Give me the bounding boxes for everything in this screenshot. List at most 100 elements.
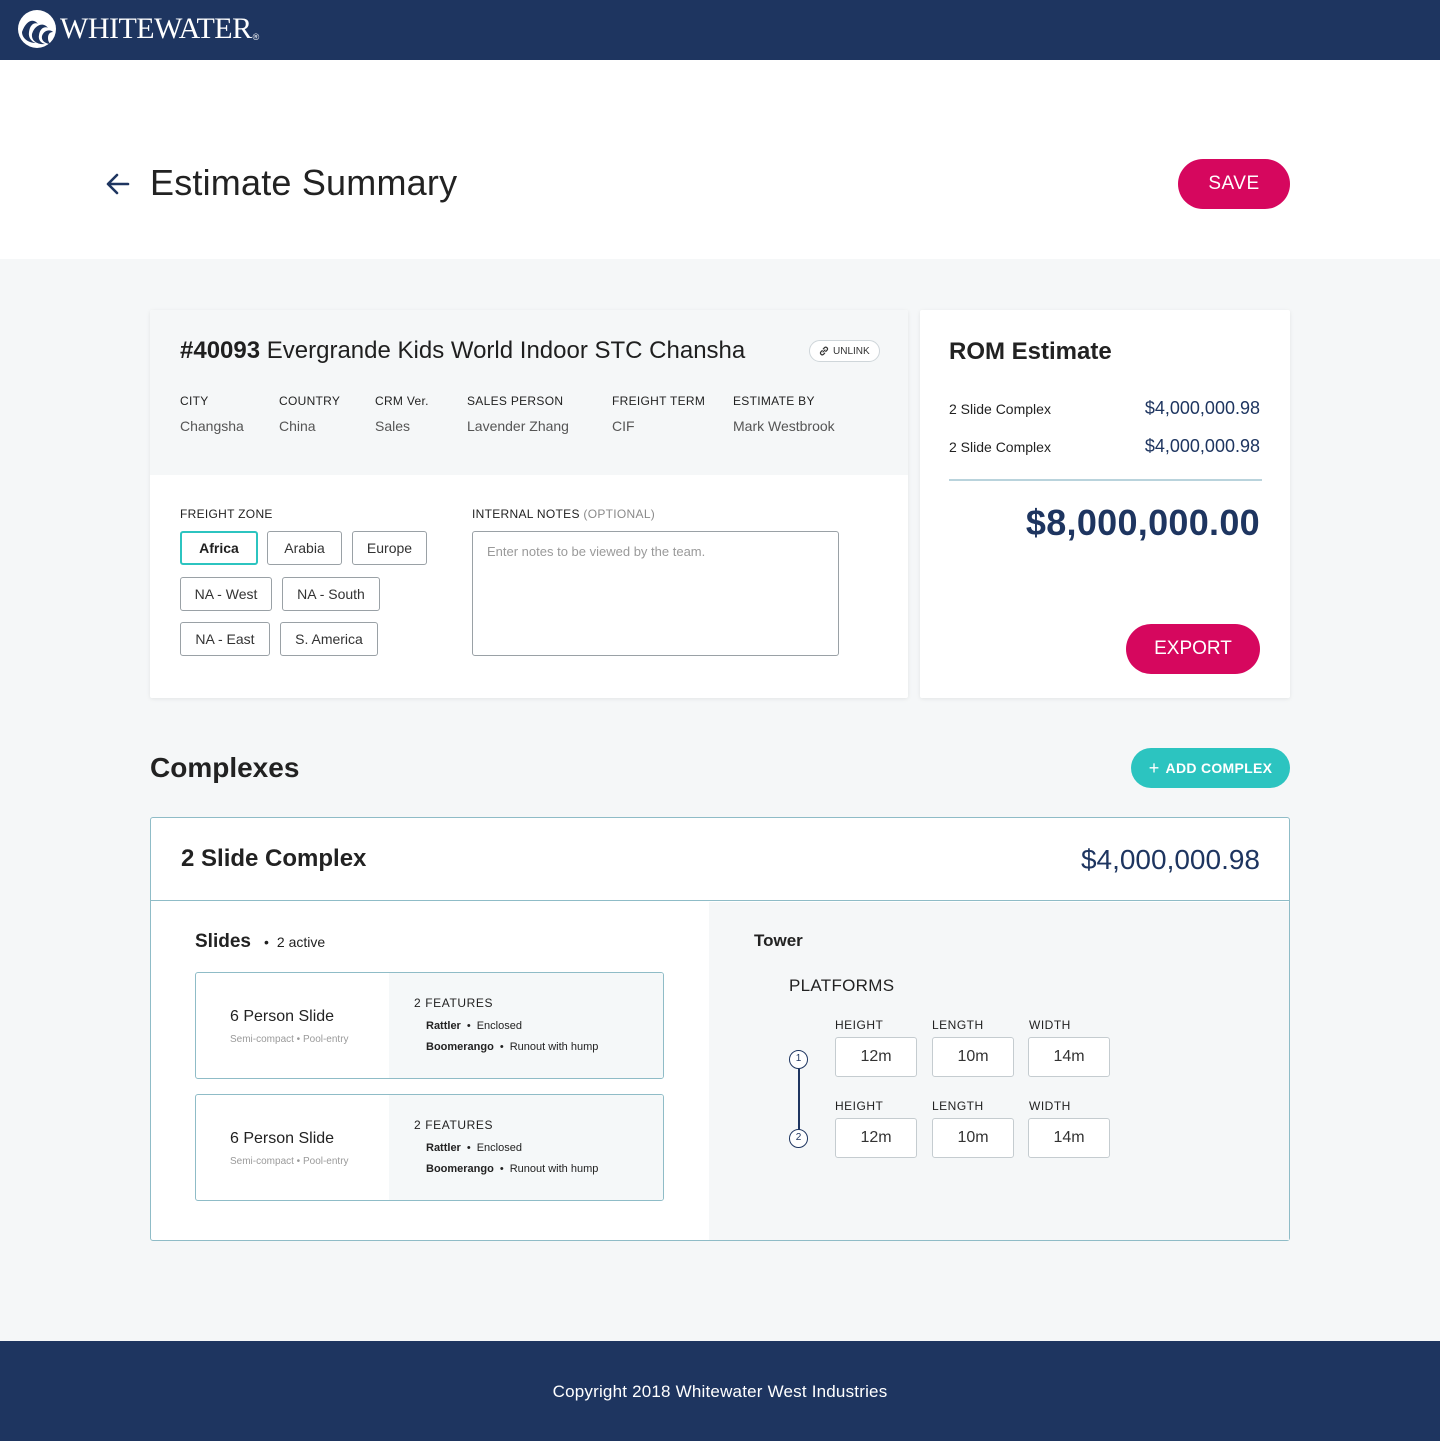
meta-estimate-by: ESTIMATE BY Mark Westbrook	[733, 394, 835, 434]
platform-node: 2	[789, 1129, 808, 1148]
feature-row: Rattler • Enclosed	[426, 1142, 522, 1154]
separator-dot: •	[466, 1142, 471, 1154]
meta-label: SALES PERSON	[467, 394, 564, 408]
feature-value: Runout with hump	[509, 1163, 599, 1175]
add-complex-label: ADD COMPLEX	[1165, 760, 1273, 776]
page-title: Estimate Summary	[150, 162, 458, 203]
zone-button-na-west[interactable]: NA - West	[180, 577, 272, 611]
feature-row: Boomerango • Runout with hump	[426, 1041, 598, 1053]
slides-title: Slides	[195, 931, 251, 952]
footer: Copyright 2018 Whitewater West Industrie…	[0, 1341, 1440, 1441]
rom-line-item: 2 Slide Complex $4,000,000.98	[949, 398, 1260, 419]
length-label: LENGTH	[932, 1099, 984, 1113]
separator-dot: •	[499, 1041, 504, 1053]
height-label: HEIGHT	[835, 1099, 884, 1113]
width-label: WIDTH	[1029, 1099, 1071, 1113]
zone-button-na-south[interactable]: NA - South	[282, 577, 380, 611]
zone-button-africa[interactable]: Africa	[180, 531, 258, 565]
width-label: WIDTH	[1029, 1018, 1071, 1032]
save-button[interactable]: SAVE	[1178, 159, 1290, 209]
feature-value: Runout with hump	[509, 1041, 599, 1053]
notes-optional-text: (OPTIONAL)	[583, 507, 656, 521]
platform-width-input[interactable]	[1028, 1118, 1110, 1158]
rom-line-item: 2 Slide Complex $4,000,000.98	[949, 436, 1260, 457]
rom-total: $8,000,000.00	[1025, 502, 1260, 543]
rom-item-name: 2 Slide Complex	[949, 438, 1051, 455]
slides-header: Slides • 2 active	[195, 931, 325, 953]
feature-row: Rattler • Enclosed	[426, 1020, 522, 1032]
platform-height-input[interactable]	[835, 1037, 917, 1077]
meta-label: COUNTRY	[279, 394, 341, 408]
rom-item-value: $4,000,000.98	[1144, 436, 1260, 456]
height-label: HEIGHT	[835, 1018, 884, 1032]
platforms-title: PLATFORMS	[789, 976, 895, 995]
freight-zone-label: FREIGHT ZONE	[180, 507, 273, 521]
zone-button-europe[interactable]: Europe	[352, 531, 427, 565]
wave-logo-icon	[18, 10, 56, 48]
tower-title: Tower	[754, 931, 803, 950]
add-complex-button[interactable]: + ADD COMPLEX	[1131, 748, 1290, 788]
platform-width-input[interactable]	[1028, 1037, 1110, 1077]
link-icon	[819, 346, 829, 356]
slide-subtitle: Semi-compact • Pool-entry	[230, 1156, 349, 1167]
meta-value: Mark Westbrook	[733, 418, 835, 434]
platform-node: 1	[789, 1050, 808, 1069]
project-title: #40093 Evergrande Kids World Indoor STC …	[180, 337, 745, 365]
copyright-text: Copyright 2018 Whitewater West Industrie…	[552, 1382, 888, 1401]
complex-price: $4,000,000.98	[1080, 844, 1260, 875]
complex-name: 2 Slide Complex	[181, 845, 367, 872]
meta-label: CRM Ver.	[375, 394, 429, 408]
rom-estimate-card: ROM Estimate 2 Slide Complex $4,000,000.…	[920, 310, 1290, 698]
meta-sales-person: SALES PERSON Lavender Zhang	[467, 394, 569, 434]
rom-item-name: 2 Slide Complex	[949, 400, 1051, 417]
rom-divider	[949, 479, 1262, 481]
complex-card: 2 Slide Complex $4,000,000.98 Slides • 2…	[150, 817, 1290, 1241]
slide-name: 6 Person Slide	[230, 1130, 335, 1147]
project-details-card: #40093 Evergrande Kids World Indoor STC …	[150, 310, 908, 698]
slide-card[interactable]: 6 Person Slide Semi-compact • Pool-entry…	[195, 1094, 664, 1201]
slide-info: 6 Person Slide Semi-compact • Pool-entry	[196, 1095, 389, 1200]
meta-crm-version: CRM Ver. Sales	[375, 394, 429, 434]
meta-value: Sales	[375, 418, 411, 434]
zone-button-s-america[interactable]: S. America	[280, 622, 378, 656]
feature-value: Enclosed	[476, 1020, 522, 1032]
complexes-heading: Complexes	[150, 752, 300, 783]
features-count: 2 FEATURES	[414, 996, 494, 1010]
project-summary: #40093 Evergrande Kids World Indoor STC …	[150, 310, 908, 475]
zone-button-na-east[interactable]: NA - East	[180, 622, 270, 656]
feature-name: Boomerango	[426, 1163, 494, 1175]
internal-notes-label: INTERNAL NOTES (OPTIONAL)	[472, 507, 655, 521]
meta-city: CITY Changsha	[180, 394, 244, 434]
zone-button-arabia[interactable]: Arabia	[267, 531, 342, 565]
separator-dot: •	[466, 1020, 471, 1032]
feature-name: Boomerango	[426, 1041, 494, 1053]
unlink-button[interactable]: UNLINK	[809, 340, 880, 362]
export-button[interactable]: EXPORT	[1126, 624, 1260, 674]
top-nav-bar: WHITEWATER ®	[0, 0, 1440, 60]
slide-card[interactable]: 6 Person Slide Semi-compact • Pool-entry…	[195, 972, 664, 1079]
whitewater-logo[interactable]: WHITEWATER ®	[18, 10, 259, 48]
brand-name: WHITEWATER	[60, 12, 252, 45]
back-arrow-icon[interactable]	[104, 170, 132, 198]
complex-header[interactable]: 2 Slide Complex $4,000,000.98	[151, 818, 1289, 901]
meta-country: COUNTRY China	[279, 394, 340, 434]
meta-value: Changsha	[180, 418, 244, 434]
internal-notes-input[interactable]	[472, 531, 839, 656]
platform-length-input[interactable]	[932, 1037, 1014, 1077]
slide-features: 2 FEATURES Rattler • Enclosed Boomerango • R…	[389, 973, 663, 1078]
features-count: 2 FEATURES	[414, 1118, 494, 1132]
platform-length-input[interactable]	[932, 1118, 1014, 1158]
notes-label-text: INTERNAL NOTES	[472, 507, 580, 521]
platform-connector-line	[798, 1069, 800, 1130]
rom-title: ROM Estimate	[949, 338, 1112, 365]
unlink-label: UNLINK	[833, 345, 870, 357]
meta-value: China	[279, 418, 316, 434]
separator-dot: •	[263, 934, 269, 950]
project-name: Evergrande Kids World Indoor STC Chansha	[266, 337, 746, 364]
plus-icon: +	[1148, 758, 1160, 778]
feature-name: Rattler	[426, 1020, 461, 1032]
meta-value: Lavender Zhang	[467, 418, 569, 434]
platform-height-input[interactable]	[835, 1118, 917, 1158]
feature-row: Boomerango • Runout with hump	[426, 1163, 598, 1175]
registered-mark: ®	[252, 32, 260, 42]
